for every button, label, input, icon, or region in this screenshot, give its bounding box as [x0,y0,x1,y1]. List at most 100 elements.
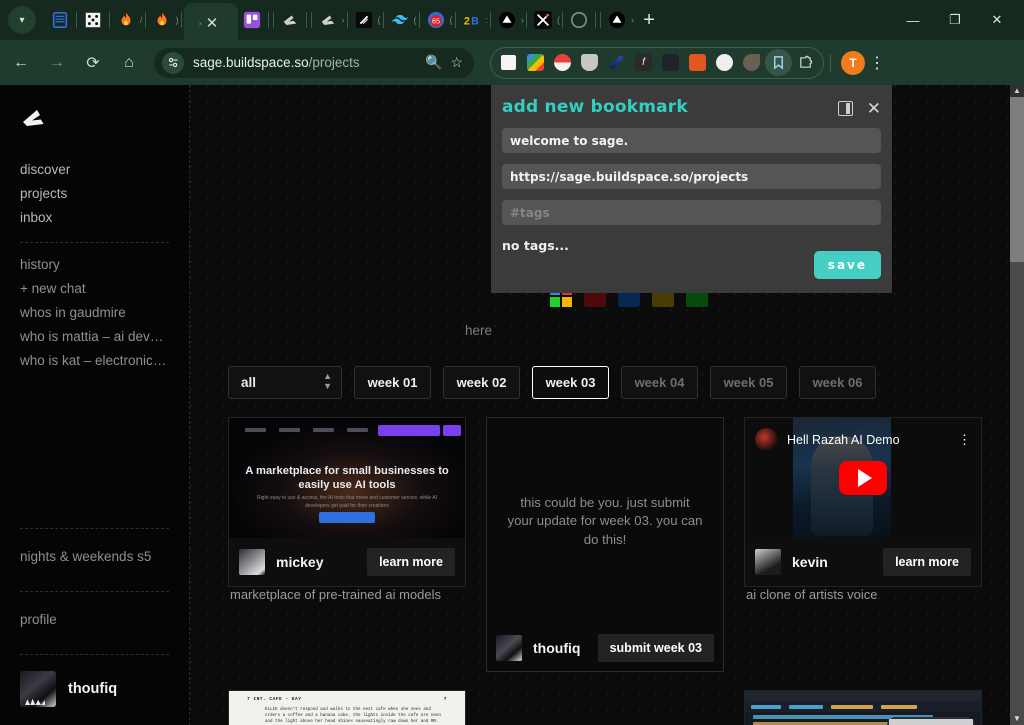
tab-vercel-1[interactable] [493,3,521,37]
tune-icon[interactable] [162,51,184,74]
address-bar[interactable]: sage.buildspace.so/projects 🔍 ☆ [154,47,474,78]
tab-week-06[interactable]: week 06 [799,365,876,399]
card-thumbnail[interactable]: A marketplace for small businesses to ea… [229,418,465,538]
maximize-button[interactable]: ❐ [934,0,976,40]
sidebar-item-chat-kat[interactable]: who is kat – electronic musi... [20,349,169,373]
save-button[interactable]: save [813,251,881,279]
card-footer: kevin learn more [745,538,981,586]
profile-avatar[interactable]: T [841,50,865,75]
project-card-marketplace[interactable]: A marketplace for small businesses to ea… [228,417,466,672]
tab-search-dropdown-icon[interactable]: ▾ [8,6,36,34]
learn-more-button[interactable]: learn more [367,548,455,576]
ext-font-finder-icon[interactable]: f [630,49,657,76]
kebab-menu-icon[interactable]: ⋮ [958,432,971,448]
ext-eyedropper-icon[interactable] [603,49,630,76]
scroll-up-arrow[interactable]: ▲ [1010,85,1024,97]
learn-more-button[interactable]: learn more [883,548,971,576]
category-filter-select[interactable]: all ▲ ▼ [228,365,342,399]
star-icon[interactable]: ☆ [447,54,466,71]
project-card-code-demo[interactable]: Create an Account [744,690,982,725]
code-editor-screenshot: Create an Account [745,691,981,725]
forward-button[interactable]: → [42,48,72,78]
vercel-icon [498,11,516,29]
sidebar-user-row[interactable]: thoufiq [20,665,169,715]
submit-week-button[interactable]: submit week 03 [597,634,714,662]
ext-at-sign-icon[interactable] [711,49,738,76]
tab-flame-2[interactable] [148,3,176,37]
ext-pokeball-icon[interactable] [549,49,576,76]
bookmark-tags-input[interactable]: #tags [502,200,881,225]
ext-shield-icon[interactable] [576,49,603,76]
ext-react-devtools-icon[interactable] [657,49,684,76]
projects-grid: A marketplace for small businesses to ea… [190,411,1010,725]
search-icon[interactable]: 🔍 [422,54,445,71]
close-icon[interactable]: ✕ [202,16,223,31]
new-tab-button[interactable]: + [634,10,664,30]
sidebar-item-new-chat[interactable]: + new chat [20,277,169,301]
card-thumbnail[interactable]: Create an Account [745,691,981,725]
tab-week-05[interactable]: week 05 [710,365,787,399]
youtube-embed[interactable]: Hell Razah AI Demo ⋮ [745,418,981,538]
card-thumbnail[interactable]: Hell Razah AI Demo ⋮ [745,418,981,538]
sidebar-item-chat-gaudmire[interactable]: whos in gaudmire [20,301,169,325]
close-icon[interactable]: ✕ [867,100,881,117]
sidebar-item-inbox[interactable]: inbox [20,206,169,230]
ext-puzzle-icon[interactable] [792,49,819,76]
side-panel-icon[interactable] [837,101,853,116]
ext-hydrant-icon[interactable] [684,49,711,76]
github-icon [570,11,588,29]
bookmark-name-input[interactable]: welcome to sage. [502,128,881,153]
tab-week-03[interactable]: week 03 [532,365,609,399]
tab-week-04[interactable]: week 04 [621,365,698,399]
puzzle-piece-icon [800,55,813,68]
tab-week-02[interactable]: week 02 [443,365,520,399]
kebab-menu-icon[interactable]: ⋮ [865,53,889,73]
tab-week-01[interactable]: week 01 [354,365,431,399]
sage-logo-icon[interactable] [20,105,50,131]
tab-partial-label: : [485,15,489,25]
tab-strip: / ) › ✕ › ((65 (2 B: › (› + [42,0,892,40]
project-card-screenplay[interactable]: 7 INT. CAFE - DAY 7 ELLIE doesn't respon… [228,690,466,725]
tab-tailwind[interactable] [386,3,414,37]
close-window-button[interactable]: ✕ [976,0,1018,40]
tab-library[interactable] [46,3,74,37]
bookmark-url-input[interactable]: https://sage.buildspace.so/projects [502,164,881,189]
tab-flame-1[interactable] [112,3,140,37]
sidebar-item-profile[interactable]: profile [20,602,169,642]
thumb-nav [229,423,465,437]
tab-vercel-2[interactable] [603,3,631,37]
scrollbar-thumb[interactable] [1010,97,1024,262]
ext-dark-mode-icon[interactable] [738,49,765,76]
tab-active-sage[interactable]: › ✕ [183,3,238,40]
tab-slash-square[interactable] [350,3,378,37]
avatar [755,549,781,575]
minimize-button[interactable]: — [892,0,934,40]
sidebar-item-projects[interactable]: projects [20,182,169,206]
tab-dice[interactable] [79,3,107,37]
page-scrollbar[interactable]: ▲ ▼ [1010,85,1024,725]
ext-bookmark-manager-icon[interactable] [765,49,792,76]
back-button[interactable]: ← [6,48,36,78]
ext-notion-icon[interactable] [495,49,522,76]
sidebar-divider [20,591,169,592]
sidebar-footer: nights & weekends s5 profile thoufiq [20,516,169,715]
tab-letters-2b[interactable]: 2 B [458,3,486,37]
tab-partial-label: ( [557,15,561,25]
sidebar-item-chat-mattia[interactable]: who is mattia – ai developer... [20,325,169,349]
tab-x-twitter[interactable] [529,3,557,37]
project-card-empty-submit: this could be you. just submit your upda… [486,417,724,672]
ext-photos-icon[interactable] [522,49,549,76]
project-card-hell-razah[interactable]: Hell Razah AI Demo ⋮ kevin learn more ai… [744,417,982,672]
tab-sage-1[interactable] [276,3,304,37]
tab-trello[interactable] [238,3,266,37]
tab-badge-65[interactable]: 65 [422,3,450,37]
scroll-down-arrow[interactable]: ▼ [1010,713,1024,725]
tab-sage-2[interactable] [314,3,342,37]
sidebar-item-season[interactable]: nights & weekends s5 [20,539,169,579]
sidebar-item-discover[interactable]: discover [20,158,169,182]
play-button-icon[interactable] [839,461,887,495]
card-thumbnail[interactable]: 7 INT. CAFE - DAY 7 ELLIE doesn't respon… [229,691,465,725]
tab-github[interactable] [565,3,593,37]
reload-button[interactable]: ⟳ [78,48,108,78]
home-button[interactable]: ⌂ [114,48,144,78]
